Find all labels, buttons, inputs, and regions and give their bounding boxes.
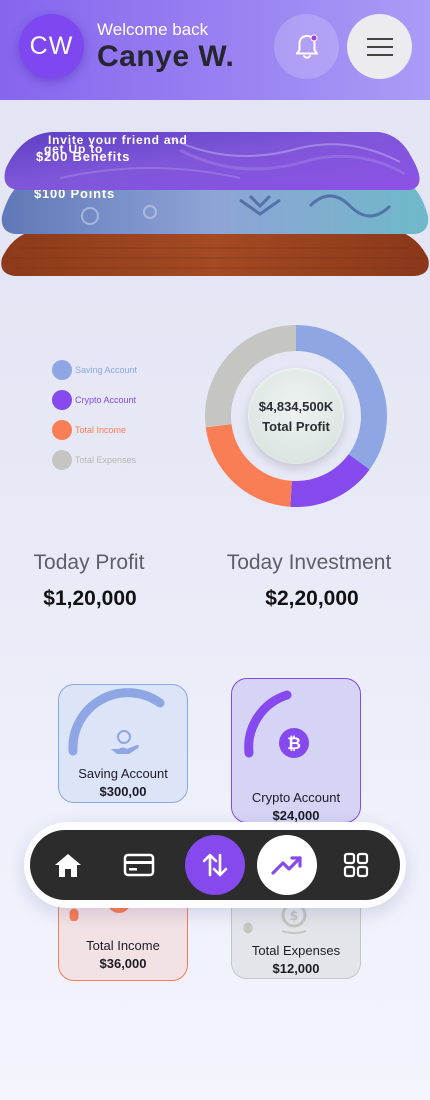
bell-icon [295, 34, 318, 59]
donut-slice-crypto [290, 453, 370, 507]
svg-text:$: $ [289, 909, 298, 924]
legend-dot [52, 360, 72, 380]
bottom-nav [24, 822, 406, 908]
legend-label: Saving Account [75, 365, 138, 375]
legend-dot [52, 450, 72, 470]
account-value: $300,00 [99, 784, 147, 799]
today-profit-value: $1,20,000 [43, 587, 137, 610]
legend-label: Total Income [75, 425, 127, 435]
total-profit-caption: Total Profit [262, 418, 330, 434]
crypto-account-card[interactable]: ₿ Crypto Account $24,000 [231, 678, 361, 823]
nav-trending[interactable] [257, 835, 317, 895]
profit-donut-chart: $4,834,500K Total Profit [200, 320, 392, 512]
today-investment-value: $2,20,000 [265, 587, 359, 610]
account-name: Saving Account [78, 766, 168, 781]
crypto-gauge: ₿ [244, 690, 309, 758]
total-profit-value: $4,834,500K [258, 398, 334, 414]
nav-grid[interactable] [326, 835, 386, 895]
nav-cards[interactable] [109, 835, 169, 895]
dollar-coin-icon: $ [281, 902, 307, 934]
legend-dot [52, 420, 72, 440]
nav-transfer[interactable] [185, 835, 245, 895]
bitcoin-icon: ₿ [279, 728, 309, 758]
legend-item-crypto: Crypto Account [52, 390, 136, 410]
account-name: Total Income [86, 938, 160, 953]
menu-button[interactable] [347, 14, 412, 79]
transfer-icon [202, 853, 228, 877]
legend-label: Crypto Account [75, 395, 137, 405]
card-icon [123, 853, 155, 877]
account-name: Crypto Account [251, 790, 341, 805]
nav-home[interactable] [38, 835, 98, 895]
saving-account-card[interactable]: Saving Account $300,00 [58, 684, 188, 803]
legend-label: Total Expenses [75, 455, 137, 465]
account-value: $12,000 [272, 961, 320, 976]
welcome-text: Welcome back [97, 20, 209, 39]
user-name: Canye W. [97, 40, 235, 73]
account-name: Total Expenses [251, 943, 341, 958]
trending-up-icon [271, 856, 302, 875]
donut-center: $4,834,500K Total Profit [248, 368, 344, 464]
legend-item-saving: Saving Account [52, 360, 137, 380]
account-value: $36,000 [99, 956, 147, 971]
grid-icon [343, 852, 369, 878]
hand-coin-icon [111, 730, 139, 754]
nav-bar [30, 830, 400, 900]
legend-item-expenses: Total Expenses [52, 450, 136, 470]
home-icon [55, 854, 81, 877]
promo-invite-line3: $200 Benefits [36, 149, 131, 164]
notification-button[interactable] [274, 14, 339, 79]
avatar[interactable]: CW [19, 14, 84, 79]
legend-dot [52, 390, 72, 410]
today-profit-label: Today Profit [33, 551, 145, 574]
account-value: $24,000 [272, 808, 320, 823]
svg-text:₿: ₿ [287, 734, 301, 754]
header: CW Welcome back Canye W. [0, 0, 430, 100]
saving-gauge [68, 688, 165, 756]
today-investment-label: Today Investment [226, 551, 392, 574]
hamburger-icon [366, 37, 393, 56]
legend-item-income: Total Income [52, 420, 126, 440]
promo-card-stack[interactable]: $100 Points Invite your friend and get U… [0, 120, 430, 290]
